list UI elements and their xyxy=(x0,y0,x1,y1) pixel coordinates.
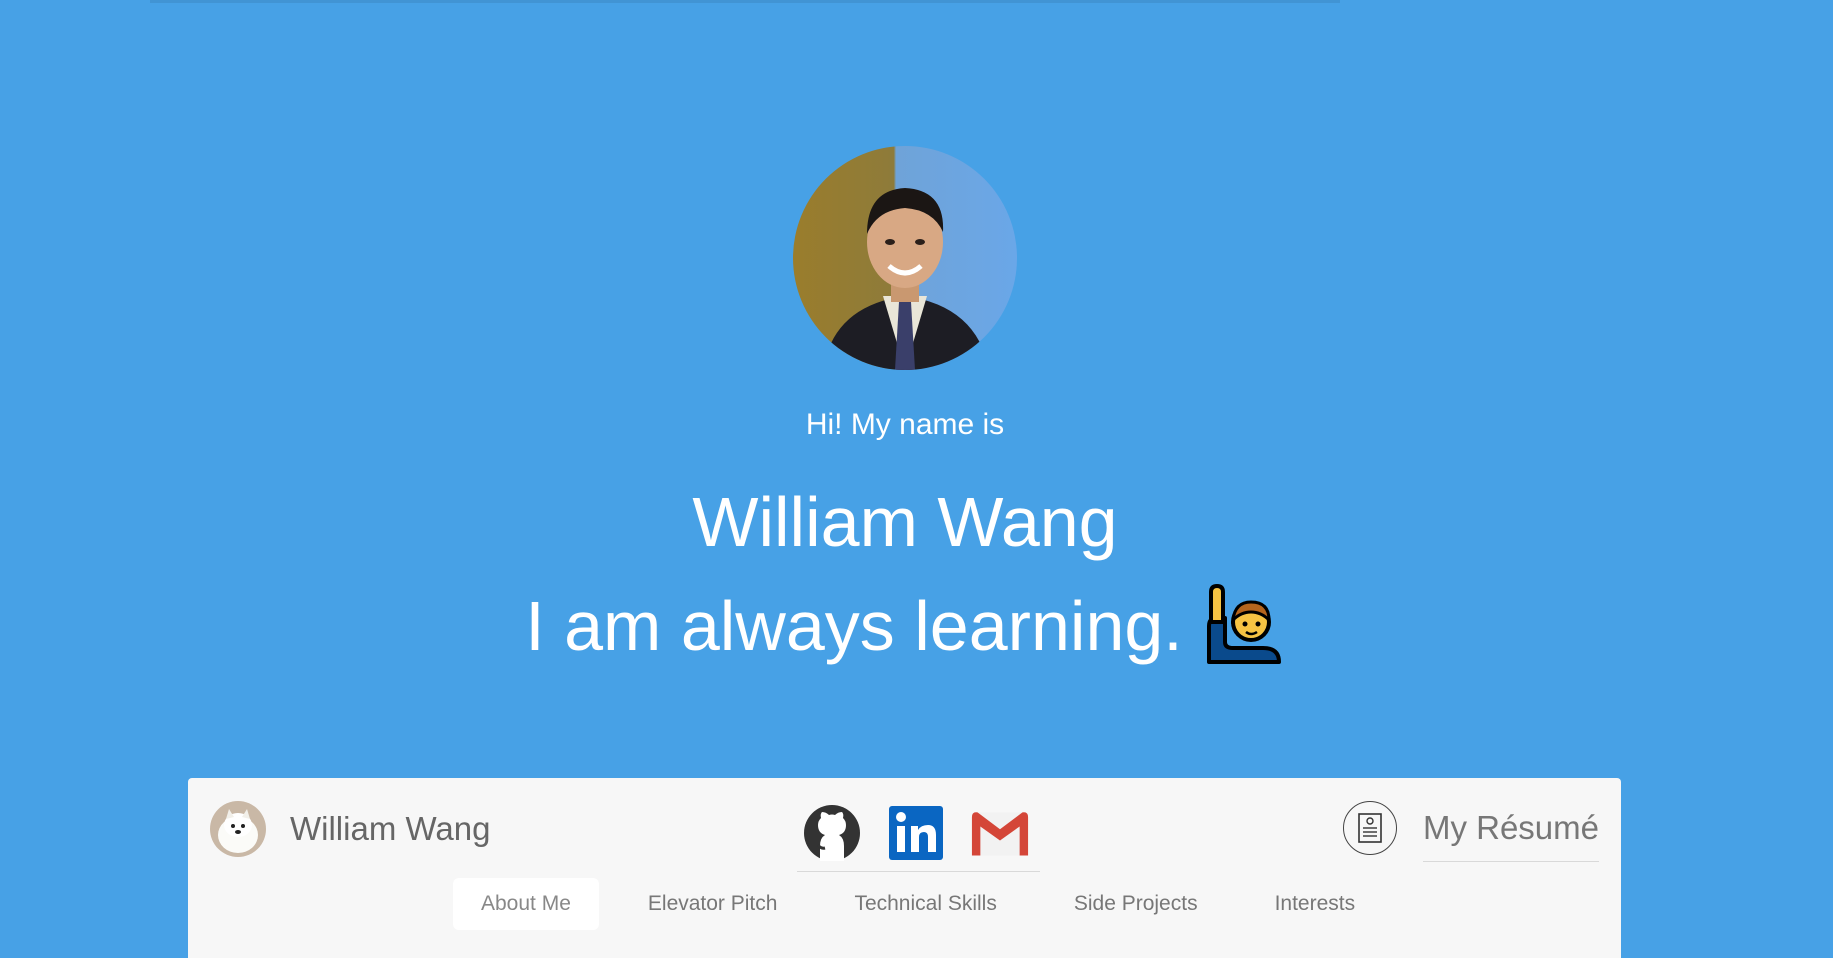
resume-link[interactable]: My Résumé xyxy=(1342,801,1599,862)
github-icon[interactable] xyxy=(803,804,861,862)
hero-tagline: I am always learning. xyxy=(0,583,1810,674)
gmail-icon[interactable] xyxy=(971,804,1029,862)
brand[interactable]: William Wang xyxy=(210,801,490,857)
resume-document-icon xyxy=(1342,801,1397,855)
section-tabs: About Me Elevator Pitch Technical Skills… xyxy=(453,878,1404,930)
navigation-card: William Wang My Résumé About Me Elevator… xyxy=(188,778,1621,958)
linkedin-icon[interactable] xyxy=(887,804,945,862)
brand-avatar xyxy=(210,801,266,857)
raising-hand-icon xyxy=(1201,582,1285,666)
tagline-text: I am always learning. xyxy=(525,587,1183,665)
hero-name: William Wang xyxy=(692,483,1118,561)
resume-label: My Résumé xyxy=(1422,809,1599,862)
top-divider xyxy=(150,0,1340,3)
social-links xyxy=(797,804,1040,872)
tab-about-me[interactable]: About Me xyxy=(453,878,599,930)
greeting-text: Hi! My name is xyxy=(805,408,1005,441)
page: Hi! My name is William Wang I am always … xyxy=(0,0,1833,958)
brand-name: William Wang xyxy=(290,810,491,847)
profile-photo xyxy=(793,146,1017,370)
tab-technical-skills[interactable]: Technical Skills xyxy=(826,878,1024,930)
tab-elevator-pitch[interactable]: Elevator Pitch xyxy=(620,878,806,930)
tab-side-projects[interactable]: Side Projects xyxy=(1046,878,1226,930)
tab-interests[interactable]: Interests xyxy=(1247,878,1384,930)
